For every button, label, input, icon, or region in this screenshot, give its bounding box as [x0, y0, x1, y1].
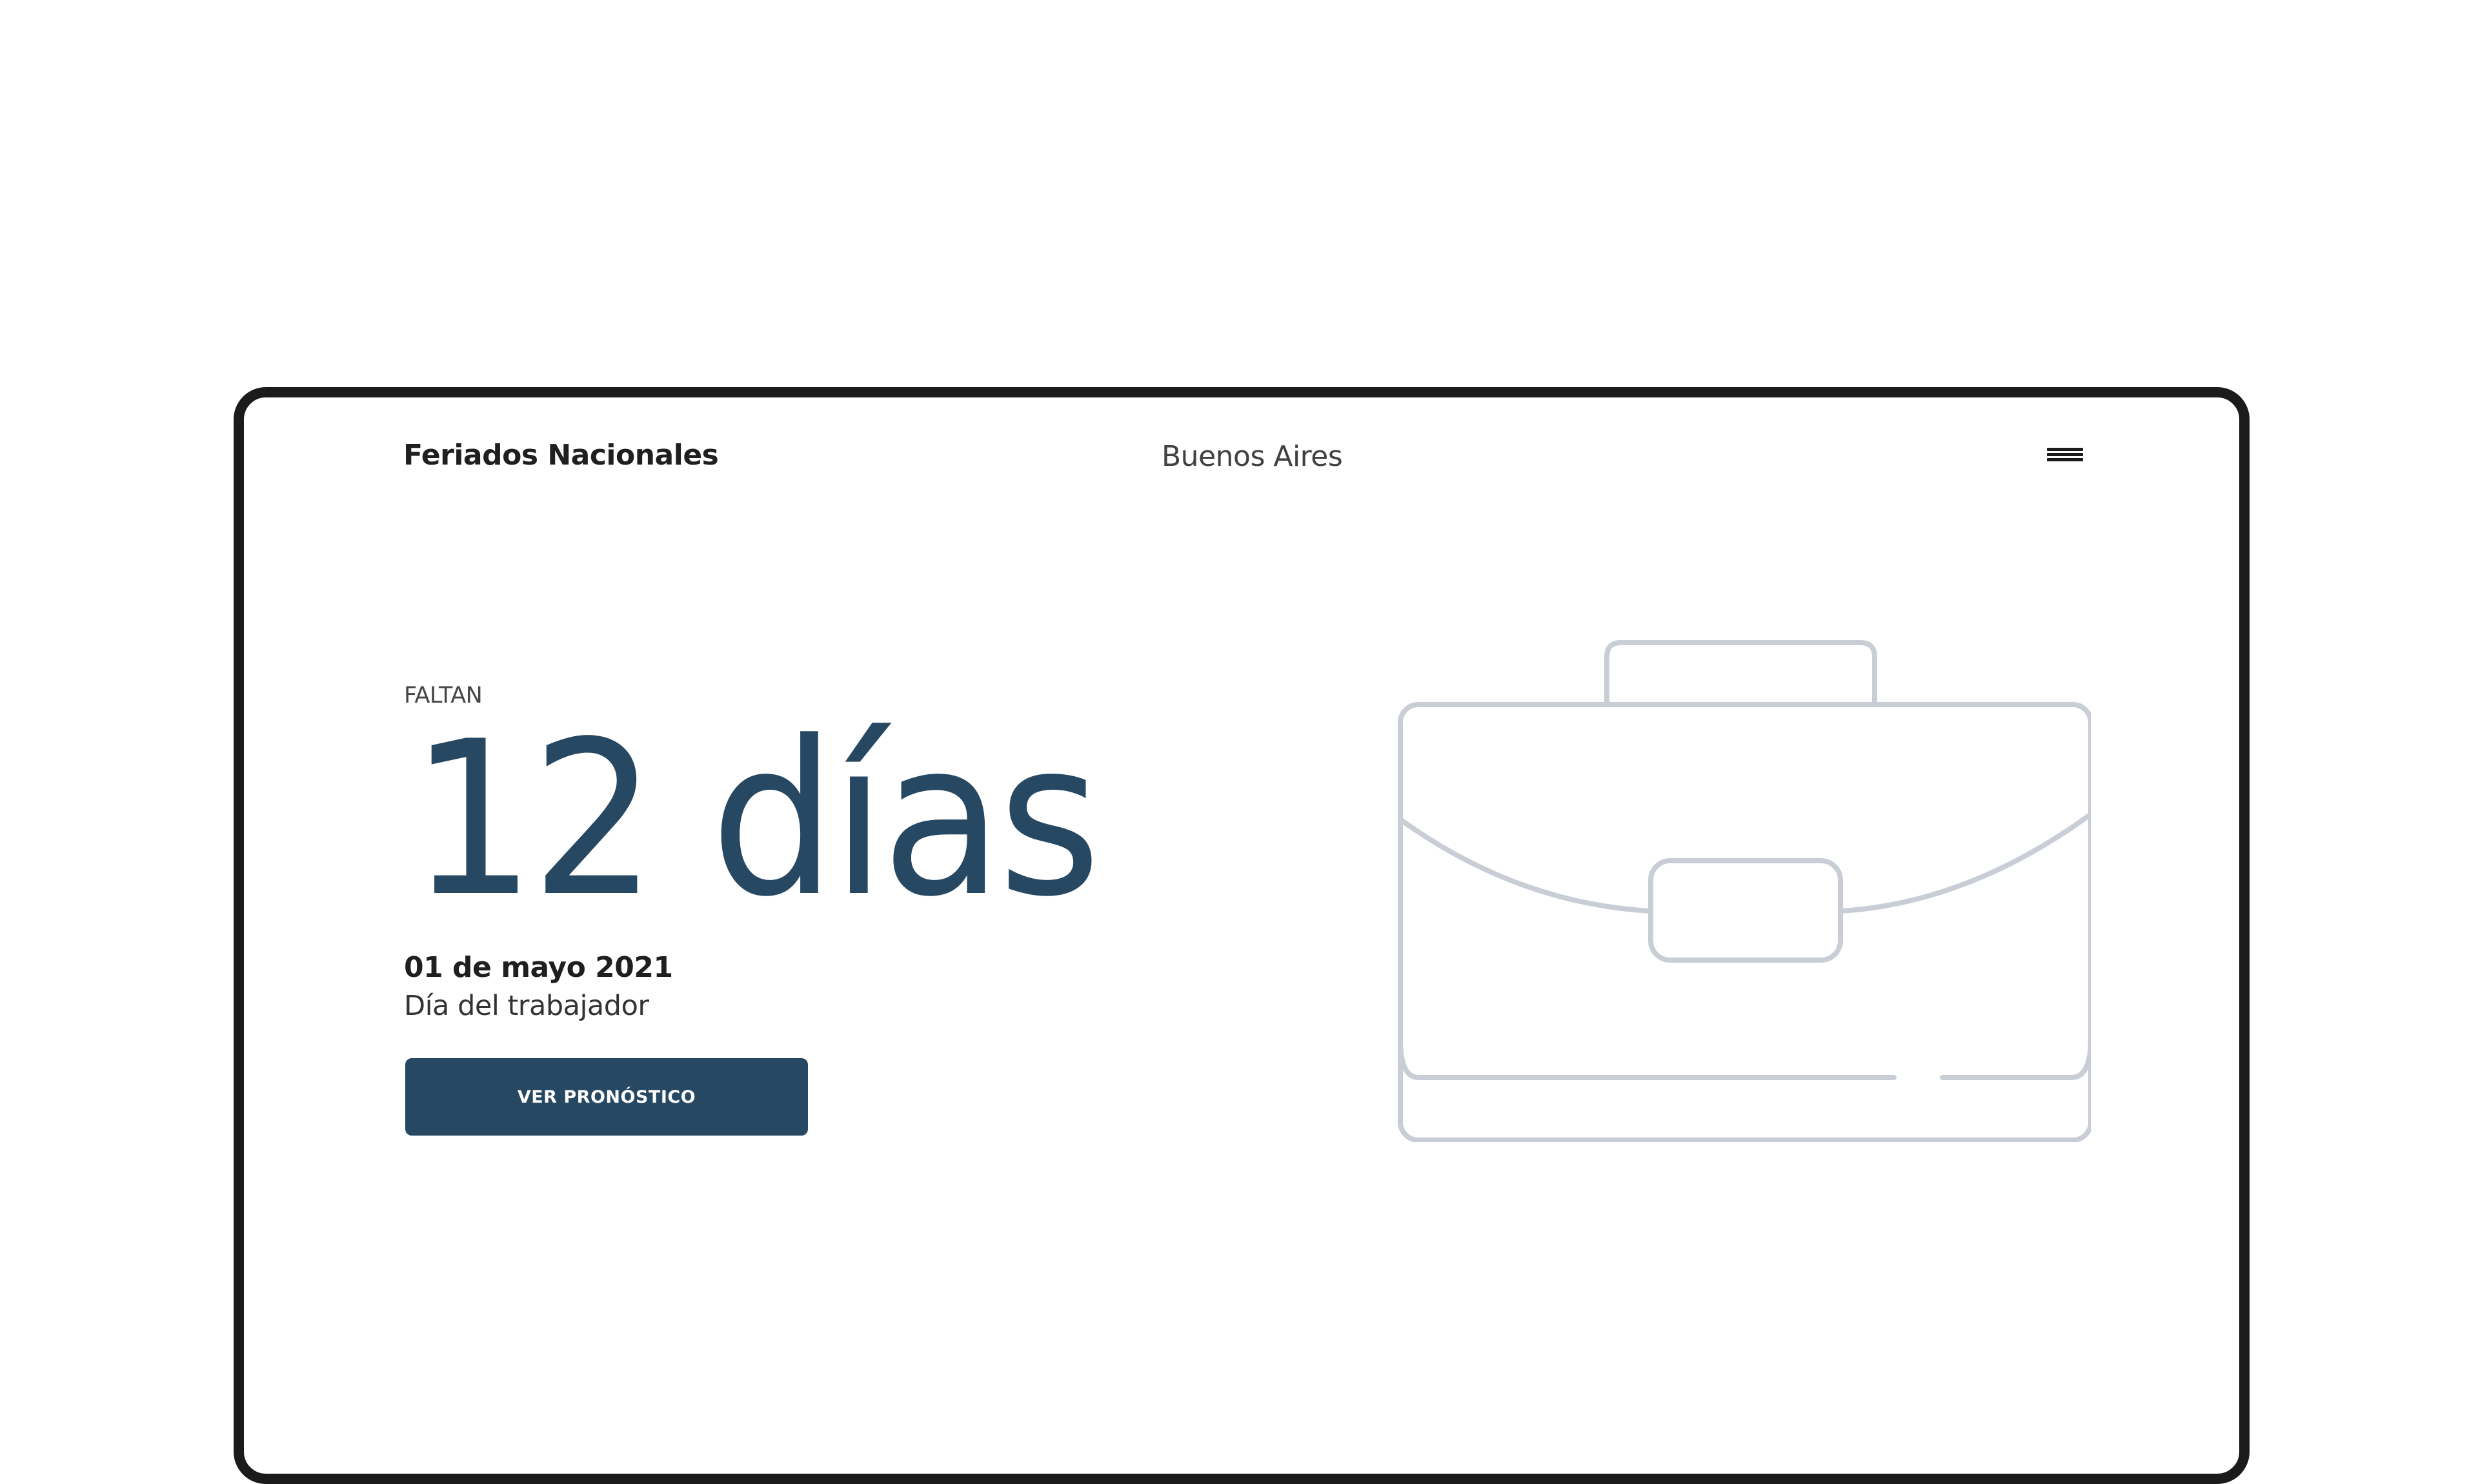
menu-bar-middle — [2047, 453, 2083, 456]
menu-bar-top — [2047, 448, 2083, 451]
holiday-name: Día del trabajador — [404, 990, 649, 1022]
briefcase-lid-line-right — [1940, 1036, 2091, 1080]
hamburger-menu-icon[interactable] — [2047, 446, 2083, 462]
briefcase-flap-left — [1398, 817, 1653, 914]
holiday-date: 01 de mayo 2021 — [404, 951, 673, 984]
ver-pronostico-button[interactable]: VER PRONÓSTICO — [405, 1058, 808, 1136]
countdown-value: 12 días — [410, 696, 1101, 943]
briefcase-lid-line-left — [1398, 1036, 1897, 1080]
site-title[interactable]: Feriados Nacionales — [403, 439, 719, 472]
location-selector[interactable]: Buenos Aires — [1162, 440, 1343, 473]
briefcase-icon — [1398, 640, 2091, 1142]
briefcase-clasp — [1648, 858, 1843, 963]
briefcase-body — [1398, 702, 2091, 1142]
briefcase-flap-right — [1838, 812, 2091, 914]
briefcase-handle — [1604, 640, 1877, 707]
menu-bar-bottom — [2047, 458, 2083, 461]
